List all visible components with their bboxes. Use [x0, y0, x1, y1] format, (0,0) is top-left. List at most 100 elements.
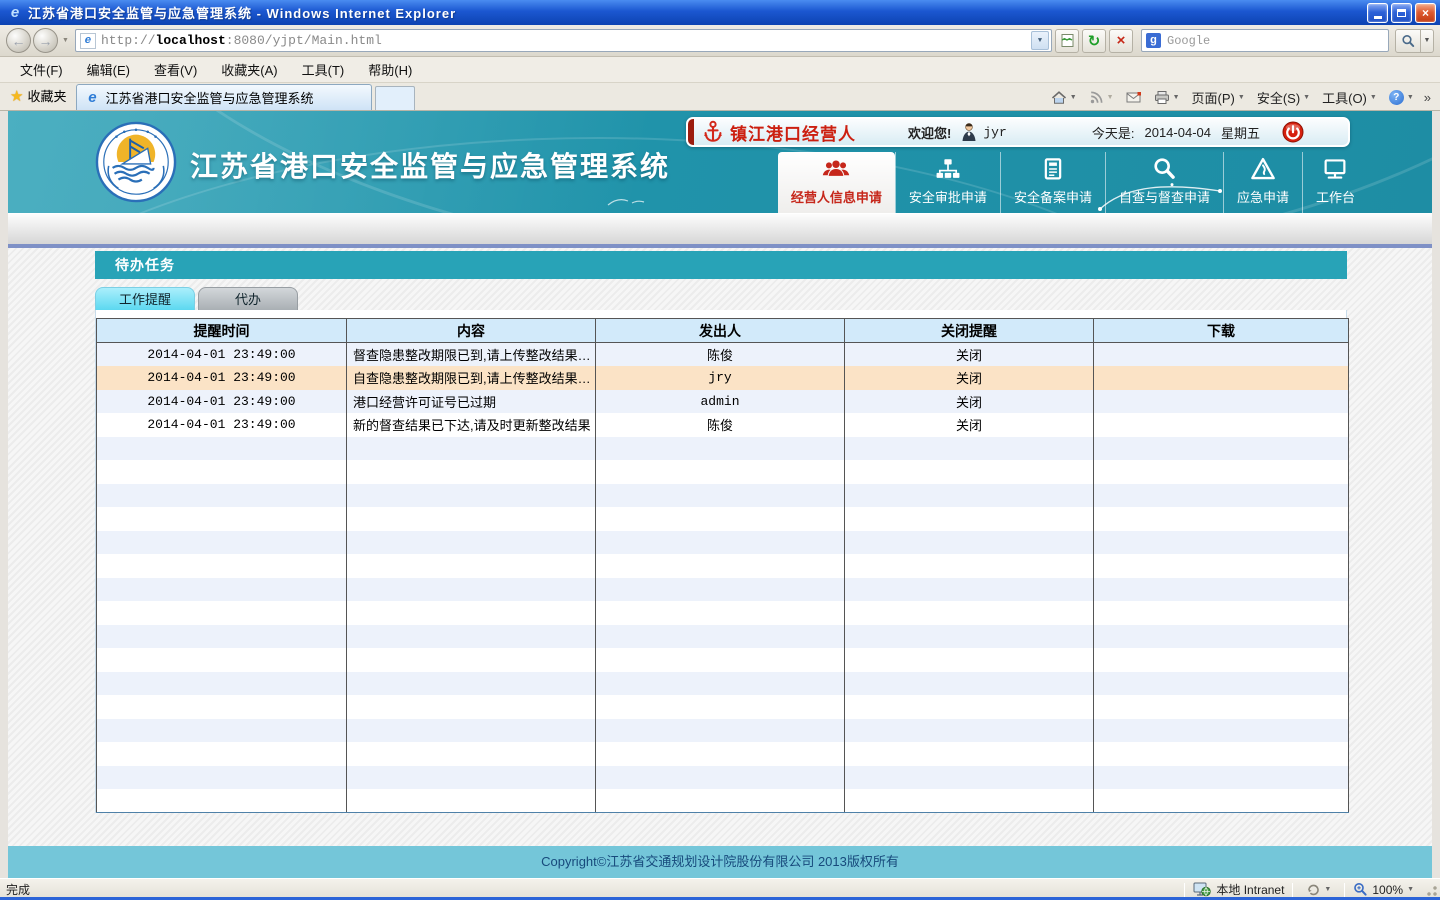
document-icon [1040, 156, 1066, 182]
task-row-empty [97, 695, 1349, 719]
cell-content [347, 742, 596, 766]
feeds-button[interactable]: ▼ [1084, 87, 1119, 108]
minimize-button[interactable] [1367, 3, 1388, 23]
panel-title: 待办任务 [95, 251, 1347, 279]
cell-content: 新的督查结果已下达,请及时更新整改结果 [347, 413, 596, 437]
rss-icon [1089, 90, 1104, 105]
close-button[interactable]: × [1415, 3, 1436, 23]
cell-close [845, 578, 1094, 602]
nav-self-inspection[interactable]: 自查与督查申请 [1105, 152, 1223, 213]
panel-body: 提醒时间 内容 发出人 关闭提醒 下载 2014-04-01 23:49:00督… [95, 310, 1347, 813]
username: jyr [983, 125, 1006, 140]
nav-safety-approval[interactable]: 安全审批申请 [895, 152, 1000, 213]
role-badge: 镇江港口经营人 [730, 120, 856, 145]
nav-emergency[interactable]: 应急申请 [1223, 152, 1302, 213]
power-icon [1282, 121, 1304, 143]
cell-time [97, 719, 347, 743]
back-arrow-icon: ← [12, 33, 26, 49]
logout-button[interactable] [1282, 121, 1304, 143]
favorites-button[interactable]: ★ 收藏夹 [4, 82, 76, 110]
task-row: 2014-04-01 23:49:00港口经营许可证号已过期admin关闭 [97, 390, 1349, 414]
browser-tab-active[interactable]: e 江苏省港口安全监管与应急管理系统 [76, 84, 372, 110]
protected-mode-button[interactable]: ▼ [1301, 880, 1336, 900]
cell-download [1094, 742, 1349, 766]
cell-close [845, 648, 1094, 672]
search-button[interactable] [1395, 29, 1421, 53]
nav-label: 安全备案申请 [1014, 187, 1092, 206]
cell-sender: 陈俊 [596, 343, 845, 367]
page-menu-button[interactable]: 页面(P) ▼ [1187, 85, 1250, 110]
date-group: 今天是: 2014-04-04 星期五 [1092, 123, 1260, 142]
column-download: 下载 [1094, 319, 1349, 343]
gray-band [8, 213, 1432, 244]
print-button[interactable]: ▼ [1149, 87, 1185, 108]
task-row-empty [97, 484, 1349, 508]
status-separator [1344, 883, 1345, 897]
stop-button[interactable]: × [1109, 29, 1133, 53]
cell-time [97, 766, 347, 790]
cell-sender [596, 719, 845, 743]
nav-operator-info[interactable]: 经营人信息申请 [778, 152, 895, 213]
cell-close[interactable]: 关闭 [845, 343, 1094, 367]
task-row-empty [97, 648, 1349, 672]
tab-ie-icon: e [85, 89, 99, 106]
history-chevron-icon[interactable]: ▼ [62, 37, 69, 44]
avatar [961, 122, 977, 142]
resize-grip[interactable] [1424, 885, 1438, 899]
tools-menu-button[interactable]: 工具(O) ▼ [1317, 85, 1382, 110]
safety-menu-button[interactable]: 安全(S) ▼ [1252, 85, 1315, 110]
cell-time [97, 625, 347, 649]
menu-tools[interactable]: 工具(T) [290, 57, 357, 82]
cell-time [97, 742, 347, 766]
help-button[interactable]: ? ▼ [1384, 87, 1419, 108]
overflow-button[interactable]: » [1421, 90, 1434, 105]
task-table-body: 2014-04-01 23:49:00督查隐患整改期限已到,请上传整改结果…陈俊… [97, 343, 1349, 813]
tab-work-reminder[interactable]: 工作提醒 [95, 287, 195, 310]
cell-content [347, 719, 596, 743]
chevron-down-icon: ▼ [1324, 886, 1331, 893]
read-mail-button[interactable] [1121, 88, 1147, 107]
menu-file[interactable]: 文件(F) [8, 57, 75, 82]
zoom-control[interactable]: 100% ▼ [1353, 882, 1418, 897]
menu-view[interactable]: 查看(V) [142, 57, 209, 82]
cell-content: 自查隐患整改期限已到,请上传整改结果… [347, 366, 596, 390]
compatibility-view-button[interactable] [1055, 29, 1079, 53]
cell-close[interactable]: 关闭 [845, 366, 1094, 390]
cell-content: 督查隐患整改期限已到,请上传整改结果… [347, 343, 596, 367]
search-placeholder: Google [1167, 34, 1210, 48]
cell-download [1094, 343, 1349, 367]
back-button[interactable]: ← [6, 28, 31, 53]
chevron-down-icon: ▼ [1238, 94, 1245, 101]
forward-button[interactable]: → [33, 28, 58, 53]
forward-arrow-icon: → [39, 33, 53, 49]
tab-pending[interactable]: 代办 [198, 287, 298, 310]
cell-download [1094, 460, 1349, 484]
ie-logo-icon: e [6, 4, 24, 21]
cell-close[interactable]: 关闭 [845, 390, 1094, 414]
cell-time: 2014-04-01 23:49:00 [97, 390, 347, 414]
refresh-button[interactable]: ↻ [1082, 29, 1106, 53]
task-row-empty [97, 742, 1349, 766]
task-row: 2014-04-01 23:49:00督查隐患整改期限已到,请上传整改结果…陈俊… [97, 343, 1349, 367]
search-options-button[interactable]: ▼ [1421, 29, 1434, 53]
task-row-empty [97, 601, 1349, 625]
cell-close[interactable]: 关闭 [845, 413, 1094, 437]
printer-icon [1154, 90, 1170, 105]
new-tab-button[interactable] [375, 86, 415, 110]
menu-edit[interactable]: 编辑(E) [75, 57, 142, 82]
cell-sender [596, 648, 845, 672]
menu-help[interactable]: 帮助(H) [356, 57, 424, 82]
cell-time: 2014-04-01 23:49:00 [97, 343, 347, 367]
cell-time [97, 437, 347, 461]
url-dropdown-button[interactable]: ▼ [1031, 31, 1049, 50]
table-header-row: 提醒时间 内容 发出人 关闭提醒 下载 [97, 319, 1349, 343]
nav-safety-record[interactable]: 安全备案申请 [1000, 152, 1105, 213]
restore-button[interactable] [1391, 3, 1412, 23]
column-sender: 发出人 [596, 319, 845, 343]
nav-workbench[interactable]: 工作台 [1302, 152, 1368, 213]
home-icon [1051, 90, 1067, 105]
search-input[interactable]: g Google [1141, 29, 1389, 52]
menu-favorites[interactable]: 收藏夹(A) [209, 57, 289, 82]
url-input[interactable]: e http://localhost:8080/yjpt/Main.html ▼ [75, 29, 1052, 52]
home-button[interactable]: ▼ [1046, 87, 1082, 108]
